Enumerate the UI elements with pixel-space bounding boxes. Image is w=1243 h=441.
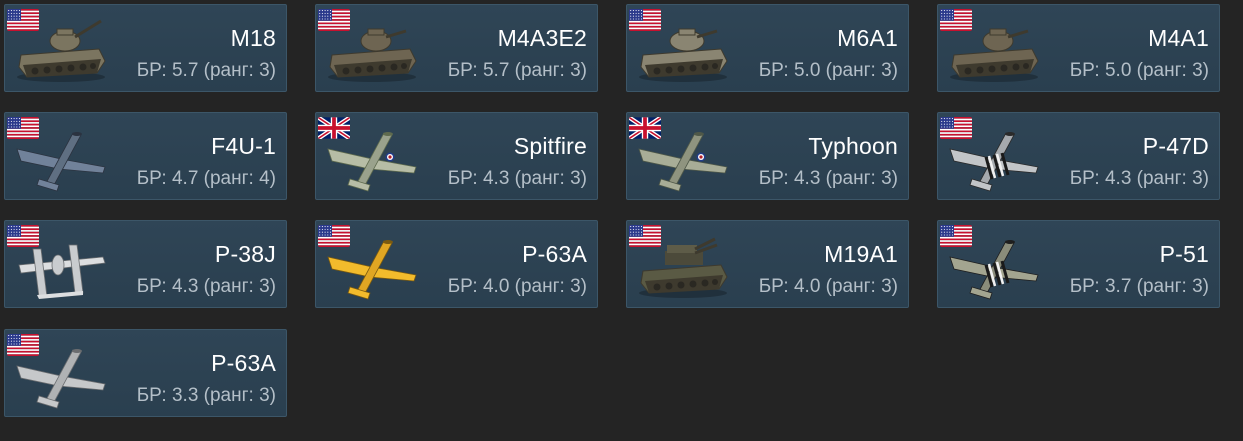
p63a-yellow-plane-icon — [324, 235, 420, 301]
vehicle-name: M4A3E2 — [497, 25, 587, 51]
vehicle-card[interactable]: P-63A БР: 4.0 (ранг: 3) — [315, 220, 598, 308]
m18-tank-icon — [13, 19, 109, 85]
vehicle-name: M6A1 — [837, 25, 898, 51]
vehicle-name: F4U-1 — [211, 133, 276, 159]
vehicle-battle-rating: БР: 4.3 (ранг: 3) — [447, 168, 587, 189]
vehicle-name: P-47D — [1142, 133, 1209, 159]
vehicle-name: P-38J — [214, 241, 276, 267]
vehicle-battle-rating: БР: 4.3 (ранг: 3) — [1069, 168, 1209, 189]
vehicle-name: M4A1 — [1148, 25, 1209, 51]
vehicle-card[interactable]: M4A1 БР: 5.0 (ранг: 3) — [937, 4, 1220, 92]
vehicle-card[interactable]: F4U-1 БР: 4.7 (ранг: 4) — [4, 112, 287, 200]
vehicle-card[interactable]: P-47D БР: 4.3 (ранг: 3) — [937, 112, 1220, 200]
m4a3e2-tank-icon — [324, 19, 420, 85]
vehicle-name: Spitfire — [513, 133, 587, 159]
vehicle-battle-rating: БР: 4.3 (ранг: 3) — [136, 276, 276, 297]
vehicle-battle-rating: БР: 3.7 (ранг: 3) — [1069, 276, 1209, 297]
vehicle-name: M18 — [230, 25, 276, 51]
p38j-plane-icon — [13, 235, 109, 301]
vehicle-name: P-51 — [1159, 241, 1209, 267]
p51-plane-icon — [946, 235, 1042, 301]
m4a1-tank-icon — [946, 19, 1042, 85]
vehicle-card[interactable]: M6A1 БР: 5.0 (ранг: 3) — [626, 4, 909, 92]
vehicle-card[interactable]: Spitfire БР: 4.3 (ранг: 3) — [315, 112, 598, 200]
vehicle-name: Typhoon — [808, 133, 898, 159]
vehicle-grid: M18 БР: 5.7 (ранг: 3) M4A3E2 БР: 5.7 (ра… — [0, 0, 1243, 441]
vehicle-card[interactable]: M18 БР: 5.7 (ранг: 3) — [4, 4, 287, 92]
vehicle-name: P-63A — [211, 350, 276, 376]
vehicle-battle-rating: БР: 5.0 (ранг: 3) — [758, 60, 898, 81]
vehicle-battle-rating: БР: 4.7 (ранг: 4) — [136, 168, 276, 189]
vehicle-name: P-63A — [522, 241, 587, 267]
vehicle-card[interactable]: Typhoon БР: 4.3 (ранг: 3) — [626, 112, 909, 200]
spitfire-plane-icon — [324, 127, 420, 193]
p47d-plane-icon — [946, 127, 1042, 193]
vehicle-name: M19A1 — [824, 241, 898, 267]
m6a1-tank-icon — [635, 19, 731, 85]
vehicle-card[interactable]: M4A3E2 БР: 5.7 (ранг: 3) — [315, 4, 598, 92]
vehicle-battle-rating: БР: 5.7 (ранг: 3) — [136, 60, 276, 81]
typhoon-plane-icon — [635, 127, 731, 193]
vehicle-card[interactable]: P-38J БР: 4.3 (ранг: 3) — [4, 220, 287, 308]
vehicle-battle-rating: БР: 4.3 (ранг: 3) — [758, 168, 898, 189]
vehicle-card[interactable]: P-63A БР: 3.3 (ранг: 3) — [4, 329, 287, 417]
vehicle-card[interactable]: M19A1 БР: 4.0 (ранг: 3) — [626, 220, 909, 308]
vehicle-battle-rating: БР: 5.0 (ранг: 3) — [1069, 60, 1209, 81]
f4u-plane-icon — [13, 127, 109, 193]
vehicle-card[interactable]: P-51 БР: 3.7 (ранг: 3) — [937, 220, 1220, 308]
vehicle-battle-rating: БР: 5.7 (ранг: 3) — [447, 60, 587, 81]
vehicle-battle-rating: БР: 4.0 (ранг: 3) — [758, 276, 898, 297]
vehicle-battle-rating: БР: 4.0 (ранг: 3) — [447, 276, 587, 297]
p63a-plane-icon — [13, 344, 109, 410]
m19a1-spaa-icon — [635, 235, 731, 301]
vehicle-battle-rating: БР: 3.3 (ранг: 3) — [136, 385, 276, 406]
